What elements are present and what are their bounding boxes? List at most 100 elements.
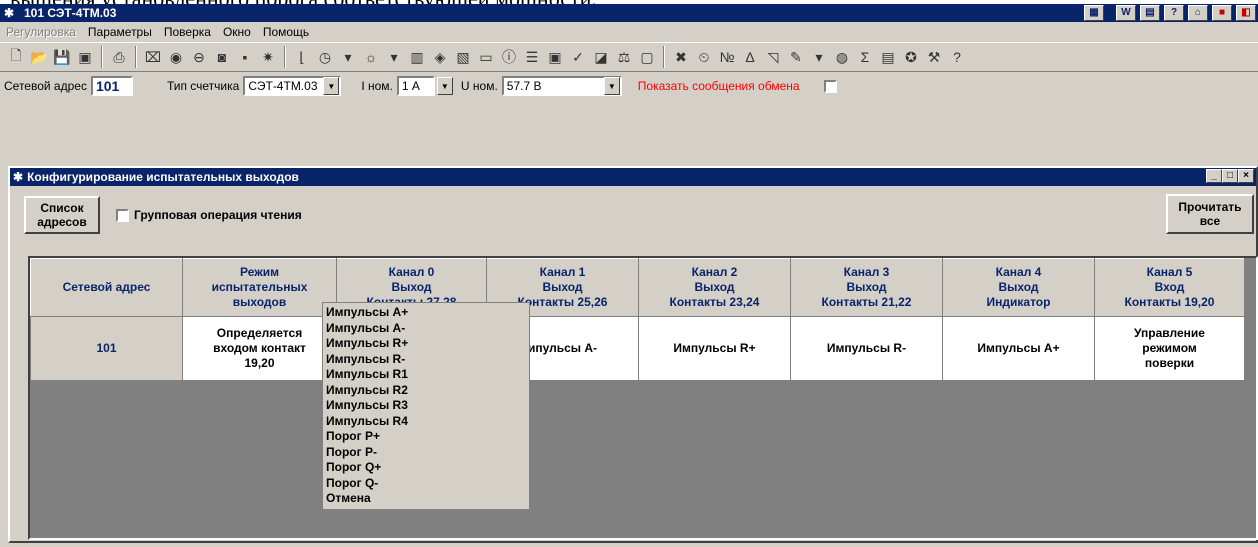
palette-icon[interactable]: ◈ <box>430 47 450 67</box>
dropdown-option[interactable]: Отмена <box>326 491 526 507</box>
read-all-button[interactable]: Прочитать все <box>1166 194 1254 234</box>
header-line: Канал 3 <box>843 265 890 279</box>
save-as-icon[interactable]: ▣ <box>75 47 95 67</box>
device-icon[interactable]: ◙ <box>212 47 232 67</box>
dropdown-arrow-icon[interactable]: ▾ <box>809 47 829 67</box>
screen-icon[interactable]: ◪ <box>591 47 611 67</box>
sun-icon[interactable]: ✷ <box>258 47 278 67</box>
calculator-icon[interactable]: ▤ <box>1140 5 1160 21</box>
i-nom-select[interactable]: 1 А ▼ <box>396 76 453 96</box>
tool-icon[interactable]: ⚒ <box>924 47 944 67</box>
badge-icon[interactable]: ✪ <box>901 47 921 67</box>
dropdown-option[interactable]: Импульсы R+ <box>326 336 526 352</box>
question-icon[interactable]: ? <box>947 47 967 67</box>
meter-type-select[interactable]: СЭТ-4ТМ.03 ▼ <box>243 76 342 96</box>
cell-line: режимом <box>1142 341 1197 355</box>
cell-mode[interactable]: Определяется входом контакт 19,20 <box>182 316 337 381</box>
col-header-ch3[interactable]: Канал 3 Выход Контакты 21,22 <box>790 258 943 317</box>
dropdown-option[interactable]: Импульсы А- <box>326 321 526 337</box>
save-disk-icon[interactable]: 💾 <box>52 47 72 67</box>
globe-icon[interactable]: ◍ <box>832 47 852 67</box>
meter-icon[interactable]: ⌧ <box>143 47 163 67</box>
network-address-input[interactable]: 101 <box>90 76 133 96</box>
network-icon[interactable]: ⌂ <box>1188 5 1208 21</box>
window-icon[interactable]: ▭ <box>476 47 496 67</box>
dropdown-option[interactable]: Порог P+ <box>326 429 526 445</box>
col-header-address[interactable]: Сетевой адрес <box>30 258 183 317</box>
bar-chart-icon[interactable]: ▥ <box>407 47 427 67</box>
dropdown-option[interactable]: Импульсы R1 <box>326 367 526 383</box>
library-icon[interactable]: ▤ <box>878 47 898 67</box>
display-icon[interactable]: ▢ <box>637 47 657 67</box>
dropdown-option[interactable]: Порог Q- <box>326 476 526 492</box>
dropdown-option[interactable]: Импульсы А+ <box>326 305 526 321</box>
new-file-icon[interactable]: 🗋 <box>6 47 26 67</box>
clock-icon[interactable]: ◷ <box>315 47 335 67</box>
print-icon[interactable]: ⎙ <box>109 47 129 67</box>
disconnect-icon[interactable]: ⊖ <box>189 47 209 67</box>
dropdown-arrow-icon[interactable]: ▾ <box>338 47 358 67</box>
scale-icon[interactable]: ⚖ <box>614 47 634 67</box>
register-icon[interactable]: ▪ <box>235 47 255 67</box>
info-icon[interactable]: ⓘ <box>499 47 519 67</box>
cell-line: входом контакт <box>213 341 306 355</box>
cell-address[interactable]: 101 <box>30 316 183 381</box>
menu-regulirovka[interactable]: Регулировка <box>6 25 76 39</box>
dropdown-option[interactable]: Импульсы R2 <box>326 383 526 399</box>
dropdown-arrow-icon[interactable]: ▾ <box>384 47 404 67</box>
dropdown-option[interactable]: Порог P- <box>326 445 526 461</box>
menu-pomoshch[interactable]: Помощь <box>263 25 309 39</box>
help-icon[interactable]: ? <box>1164 5 1184 21</box>
menu-parametry[interactable]: Параметры <box>88 25 152 39</box>
light-icon[interactable]: ☼ <box>361 47 381 67</box>
cell-line: 19,20 <box>244 356 275 370</box>
table-icon[interactable]: ▧ <box>453 47 473 67</box>
timer-icon[interactable]: ⏲ <box>694 47 714 67</box>
exit-icon[interactable]: ◧ <box>1236 5 1256 21</box>
monitor-icon[interactable]: ▣ <box>545 47 565 67</box>
numbers-icon[interactable]: № <box>717 47 737 67</box>
tools-icon[interactable]: ✖ <box>671 47 691 67</box>
read-all-label-2: все <box>1199 214 1221 228</box>
close-icon[interactable]: × <box>1238 169 1254 183</box>
header-line: Режим <box>240 265 279 279</box>
check-icon[interactable]: ✓ <box>568 47 588 67</box>
show-messages-checkbox[interactable] <box>823 79 837 93</box>
menu-poverka[interactable]: Поверка <box>164 25 211 39</box>
word-icon[interactable]: W <box>1116 5 1136 21</box>
menu-okno[interactable]: Окно <box>223 25 251 39</box>
col-header-ch4[interactable]: Канал 4 Выход Индикатор <box>942 258 1095 317</box>
cell-ch3[interactable]: Импульсы R- <box>790 316 943 381</box>
sigma-icon[interactable]: Σ <box>855 47 875 67</box>
dropdown-option[interactable]: Импульсы R- <box>326 352 526 368</box>
plugin-icon[interactable]: ✎ <box>786 47 806 67</box>
chevron-down-icon[interactable]: ▼ <box>603 77 620 95</box>
col-header-ch5[interactable]: Канал 5 Вход Контакты 19,20 <box>1094 258 1245 317</box>
maximize-icon[interactable]: □ <box>1222 169 1238 183</box>
delta-icon[interactable]: Δ <box>740 47 760 67</box>
open-folder-icon[interactable]: 📂 <box>29 47 49 67</box>
dropdown-option[interactable]: Импульсы R4 <box>326 414 526 430</box>
address-list-button[interactable]: Список адресов <box>24 196 100 234</box>
u-nom-label: U ном. <box>460 79 498 93</box>
notes-icon[interactable]: ☰ <box>522 47 542 67</box>
col-header-ch2[interactable]: Канал 2 Выход Контакты 23,24 <box>638 258 791 317</box>
save-icon[interactable]: ■ <box>1212 5 1232 21</box>
cell-ch2[interactable]: Импульсы R+ <box>638 316 791 381</box>
header-line: Вход <box>1154 280 1185 294</box>
dropdown-option[interactable]: Порог Q+ <box>326 460 526 476</box>
window-layout-icon[interactable]: ▦ <box>1084 5 1104 21</box>
dropdown-option[interactable]: Импульсы R3 <box>326 398 526 414</box>
connect-icon[interactable]: ◉ <box>166 47 186 67</box>
zoom-icon[interactable]: ◹ <box>763 47 783 67</box>
cell-line: Определяется <box>216 326 303 340</box>
cell-ch4[interactable]: Импульсы А+ <box>942 316 1095 381</box>
minimize-icon[interactable]: _ <box>1206 169 1222 183</box>
chevron-down-icon[interactable]: ▼ <box>323 77 340 95</box>
u-nom-select[interactable]: 57.7 В ▼ <box>501 76 622 96</box>
col-header-mode[interactable]: Режим испытательных выходов <box>182 258 337 317</box>
graph-icon[interactable]: ⌊ <box>292 47 312 67</box>
group-read-checkbox[interactable] <box>116 209 129 222</box>
cell-ch5[interactable]: Управление режимом поверки <box>1094 316 1245 381</box>
chevron-down-icon[interactable]: ▼ <box>436 77 453 95</box>
